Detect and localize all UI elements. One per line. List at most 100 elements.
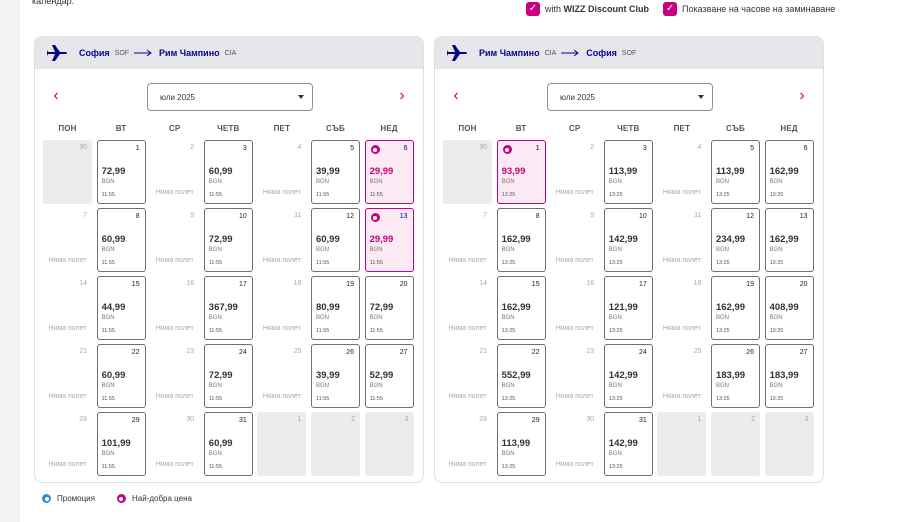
day-cell[interactable]: 22 552,99 BGN 13:25 [496,344,546,408]
day-cell[interactable]: 5 113,99 BGN 13:25 [710,140,760,204]
day-number: 22 [131,349,140,356]
day-price: 60,99 [208,438,233,449]
day-cell[interactable]: 12 234,99 BGN 13:25 [710,208,760,272]
day-price: 39,99 [315,370,340,381]
day-cell[interactable]: 1 72,99 BGN 11:55 [96,140,146,204]
day-cell-unavailable: 2 Няма полет [150,140,200,204]
no-flight-label: Няма полет [662,325,701,332]
origin-city: Рим Чампино [479,48,540,58]
weekday-label: СР [168,124,181,133]
day-price: 60,99 [315,234,340,245]
day-price: 72,99 [101,166,126,177]
day-grid: 30 1 93,99 BGN 13:25 2 Няма полет 3 113,99 BGN 13:… [443,140,814,476]
month-select[interactable]: юли 2025 [147,83,313,111]
legend-best-price-label: Най-добра цена [131,494,192,503]
weekday-label: ПЕТ [273,124,291,133]
day-cell[interactable]: 1 93,99 BGN 13:25 [496,140,546,204]
day-cell[interactable]: 31 142,99 BGN 13:25 [603,412,653,476]
day-currency: BGN [315,247,329,253]
day-number: 25 [293,348,302,355]
day-cell[interactable]: 17 121,99 BGN 13:25 [603,276,653,340]
weekday-label: СЪБ [325,124,345,133]
day-cell[interactable]: 8 162,99 BGN 13:25 [496,208,546,272]
day-cell[interactable]: 26 183,99 BGN 13:25 [710,344,760,408]
day-cell[interactable]: 10 142,99 BGN 13:25 [603,208,653,272]
day-cell[interactable]: 31 60,99 BGN 11:55 [203,412,253,476]
day-number: 11 [694,212,702,219]
day-cell[interactable]: 10 72,99 BGN 11:55 [203,208,253,272]
day-currency: BGN [501,451,515,457]
day-cell[interactable]: 20 72,99 BGN 11:55 [364,276,414,340]
day-cell[interactable]: 3 113,99 BGN 13:25 [603,140,653,204]
day-cell[interactable]: 20 408,99 BGN 13:25 [764,276,814,340]
day-number: 3 [404,416,409,423]
day-cell[interactable]: 13 162,99 BGN 13:25 [764,208,814,272]
day-cell[interactable]: 24 142,99 BGN 13:25 [603,344,653,408]
day-cell-unavailable: 23 Няма полет [550,344,600,408]
day-cell[interactable]: 13 29,99 BGN 11:55 [364,208,414,272]
day-cell[interactable]: 26 39,99 BGN 11:55 [310,344,360,408]
chevron-right-icon[interactable]: › [794,88,810,104]
day-currency: BGN [208,383,222,389]
day-cell[interactable]: 6 162,99 BGN 13:25 [764,140,814,204]
day-cell[interactable]: 19 80,99 BGN 11:55 [310,276,360,340]
chevron-left-icon[interactable]: ‹ [448,88,464,104]
chevron-left-icon[interactable]: ‹ [48,88,64,104]
departure-time: 11:55 [208,396,223,402]
day-cell[interactable]: 24 72,99 BGN 11:55 [203,344,253,408]
day-grid: 30 1 72,99 BGN 11:55 2 Няма полет 3 60,99 BGN 11:5… [43,140,414,476]
departure-time: 13:25 [769,260,784,266]
day-cell[interactable]: 8 60,99 BGN 11:55 [96,208,146,272]
day-cell[interactable]: 6 29,99 BGN 11:55 [364,140,414,204]
month-select[interactable]: юли 2025 [547,83,713,111]
day-cell[interactable]: 29 101,99 BGN 11:55 [96,412,146,476]
month-nav: ‹ юли 2025 › [35,83,423,111]
day-price: 44,99 [101,302,126,313]
departure-time: 13:25 [769,396,784,402]
checkbox-checked-icon[interactable]: ✓ [526,2,540,16]
day-number: 20 [799,281,808,288]
day-cell[interactable]: 12 60,99 BGN 11:55 [310,208,360,272]
day-cell[interactable]: 3 60,99 BGN 11:55 [203,140,253,204]
no-flight-label: Няма полет [155,325,194,332]
day-number: 27 [799,349,808,356]
day-cell[interactable]: 15 44,99 BGN 11:55 [96,276,146,340]
day-cell-unavailable: 7 Няма полет [443,208,492,272]
no-flight-label: Няма полет [555,325,594,332]
weekday-header: ПОН ВТ СР ЧЕТВ ПЕТ СЪБ НЕД [443,124,814,133]
day-cell[interactable]: 19 162,99 BGN 13:25 [710,276,760,340]
outbound-calendar: София SOF Рим Чампино CIA ‹ юли 2025 › П… [34,36,424,483]
day-currency: BGN [608,451,622,457]
day-cell[interactable]: 5 39,99 BGN 11:55 [310,140,360,204]
legend-promo-label: Промоция [57,494,95,503]
departure-time: 11:55 [369,328,383,334]
day-cell[interactable]: 29 113,99 BGN 13:25 [496,412,546,476]
day-cell[interactable]: 27 183,99 BGN 13:25 [764,344,814,408]
best-price-dot-icon [116,494,126,503]
day-price: 162,99 [715,302,746,313]
day-cell[interactable]: 27 52,99 BGN 11:55 [364,344,414,408]
arrow-right-icon [561,49,580,57]
day-number: 12 [346,213,354,220]
promo-dot-icon [42,494,51,503]
no-flight-label: Няма полет [155,257,194,264]
checkbox-checked-icon[interactable]: ✓ [663,2,678,16]
caret-down-icon [698,95,704,99]
weekday-label: НЕД [380,124,398,133]
return-calendar: Рим Чампино CIA София SOF ‹ юли 2025 › П… [434,36,824,483]
destination-code: CIA [224,49,237,57]
departure-time: 11:55 [208,328,223,334]
day-price: 29,99 [369,166,394,177]
day-number: 6 [403,145,408,152]
day-cell[interactable]: 17 367,99 BGN 11:55 [203,276,253,340]
show-times-option[interactable]: ✓ Показване на часове на заминаване [663,2,835,16]
day-number: 15 [531,281,540,288]
chevron-right-icon[interactable]: › [394,88,410,104]
day-number: 5 [750,145,754,152]
day-cell[interactable]: 15 162,99 BGN 13:25 [496,276,546,340]
plane-icon [447,44,469,62]
day-cell-unavailable: 3 [364,412,414,476]
no-flight-label: Няма полет [155,461,194,468]
day-cell[interactable]: 22 60,99 BGN 11:55 [96,344,146,408]
discount-club-option[interactable]: ✓ with WIZZ Discount Club [526,2,649,16]
